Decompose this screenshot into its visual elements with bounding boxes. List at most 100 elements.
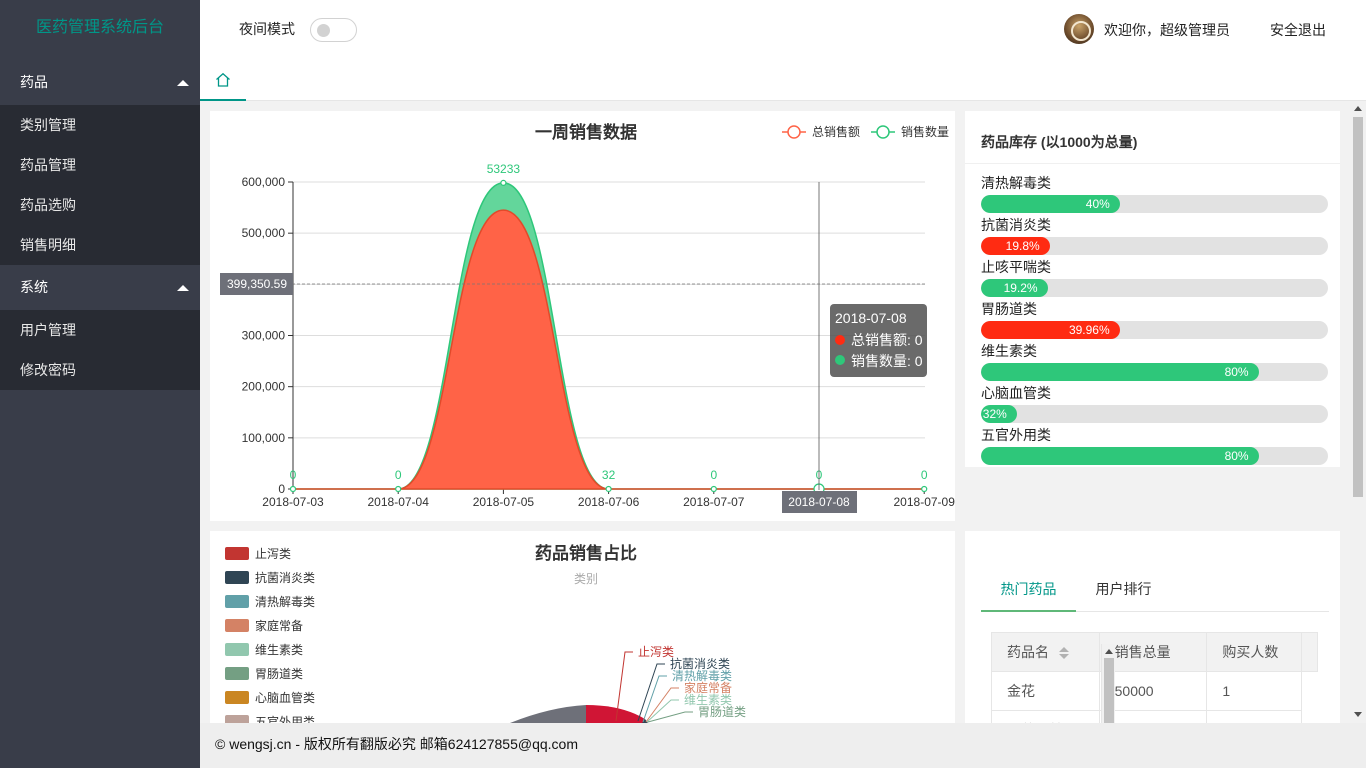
cell-gap — [1302, 711, 1318, 724]
progress-percent: 19.2% — [1003, 281, 1038, 295]
table-header-row: 药品名 销售总量 购买人数 — [991, 632, 1318, 672]
cell-drug-name: 金花 — [991, 671, 1100, 711]
sidebar-item-users[interactable]: 用户管理 — [0, 310, 200, 350]
data-point[interactable] — [710, 485, 717, 493]
nav-group-drugs-header[interactable]: 药品 — [0, 60, 200, 105]
scroll-up-icon[interactable] — [1354, 106, 1362, 111]
data-point[interactable] — [500, 179, 507, 187]
y-axis-ticks: 0100,000200,000300,000400,000500,000600,… — [242, 175, 286, 496]
tooltip-qty: 销售数量: 0 — [851, 353, 923, 369]
legend-label[interactable]: 五官外用类 — [255, 714, 315, 723]
legend-total[interactable]: 总销售额 — [782, 124, 860, 139]
chart-grid — [288, 181, 925, 494]
legend-swatch[interactable] — [225, 715, 249, 723]
nav-group-drugs: 药品 类别管理 药品管理 药品选购 销售明细 — [0, 60, 200, 265]
legend-label[interactable]: 家庭常备 — [255, 618, 303, 633]
nav-sub-system: 用户管理 修改密码 — [0, 310, 200, 390]
tab-user-rank[interactable]: 用户排行 — [1086, 565, 1161, 612]
progress-bar: 80% — [981, 363, 1328, 381]
data-label: 32 — [602, 468, 616, 482]
nav-group-system-header[interactable]: 系统 — [0, 265, 200, 310]
stock-title: 药品库存 (以1000为总量) — [981, 134, 1138, 150]
pie-slice-zhixie[interactable] — [586, 705, 645, 723]
pie-slice-other[interactable] — [510, 705, 586, 723]
welcome-text[interactable]: 欢迎你，超级管理员 — [1104, 20, 1230, 40]
data-point[interactable] — [395, 485, 402, 493]
home-icon — [216, 72, 230, 87]
col-label: 药品名 — [1007, 644, 1049, 660]
x-tick-label: 2018-07-06 — [578, 495, 640, 509]
page-scrollbar[interactable] — [1350, 101, 1366, 723]
table-row[interactable]: 金花 50000 1 — [991, 671, 1318, 711]
data-point[interactable] — [605, 485, 612, 493]
data-label: 0 — [395, 468, 402, 482]
logout-link[interactable]: 安全退出 — [1270, 20, 1326, 40]
stock-item-name: 抗菌消炎类 — [981, 217, 1051, 233]
caret-up-icon — [177, 285, 189, 291]
col-drug-name[interactable]: 药品名 — [991, 632, 1100, 672]
table-row[interactable]: 阿莫西林 4342 16 — [991, 710, 1318, 724]
data-label: 0 — [921, 468, 928, 482]
sort-icon[interactable] — [1059, 647, 1069, 660]
stock-item-name: 心脑血管类 — [981, 385, 1051, 401]
tab-hot-drugs[interactable]: 热门药品 — [981, 565, 1076, 612]
scroll-down-icon[interactable] — [1354, 712, 1362, 717]
nav-group-label: 药品 — [20, 74, 48, 90]
toggle-knob — [317, 24, 330, 37]
stock-item: 抗菌消炎类 19.8% — [981, 215, 1328, 255]
progress-fill: 39.96% — [981, 321, 1120, 339]
x-tick-label: 2018-07-09 — [894, 495, 955, 509]
pie-chart-panel: 药品销售占比 类别 止泻类 抗菌消炎类 清热解毒类 家庭常备 维生素类 胃肠道类 心脑血管类… — [210, 531, 955, 723]
night-mode-toggle[interactable] — [310, 18, 357, 42]
stock-item-name: 止咳平喘类 — [981, 259, 1051, 275]
data-point[interactable] — [289, 485, 297, 493]
sidebar-item-drugs[interactable]: 药品管理 — [0, 145, 200, 185]
progress-fill: 19.2% — [981, 279, 1048, 297]
legend-label[interactable]: 抗菌消炎类 — [255, 570, 315, 585]
data-label: 0 — [710, 468, 717, 482]
sidebar-item-purchase[interactable]: 药品选购 — [0, 185, 200, 225]
progress-percent: 40% — [1085, 197, 1110, 211]
tooltip-total-dot — [835, 335, 845, 345]
sidebar-item-sales-detail[interactable]: 销售明细 — [0, 225, 200, 265]
avatar[interactable] — [1064, 14, 1094, 44]
legend-label[interactable]: 清热解毒类 — [255, 595, 315, 609]
data-point[interactable] — [921, 485, 928, 493]
x-tick-label: 2018-07-04 — [368, 495, 430, 509]
scroll-up-icon[interactable] — [1105, 649, 1113, 654]
progress-fill: 40% — [981, 195, 1120, 213]
legend-swatch[interactable] — [225, 619, 249, 632]
nav-group-system: 系统 用户管理 修改密码 — [0, 265, 200, 390]
legend-swatch[interactable] — [225, 595, 249, 608]
legend-label[interactable]: 胃肠道类 — [255, 667, 303, 681]
tab-home[interactable] — [200, 60, 246, 101]
app-title[interactable]: 医药管理系统后台 — [0, 0, 200, 60]
legend-swatch[interactable] — [225, 643, 249, 656]
legend-label[interactable]: 维生素类 — [255, 643, 303, 657]
stock-item: 维生素类 80% — [981, 341, 1328, 381]
legend-swatch[interactable] — [225, 667, 249, 680]
legend-qty[interactable]: 销售数量 — [871, 124, 949, 139]
progress-percent: 80% — [1224, 365, 1249, 379]
progress-percent: 39.96% — [1068, 323, 1110, 337]
data-label: 53233 — [487, 162, 521, 176]
x-tick-label: 2018-07-05 — [473, 495, 535, 509]
caret-up-icon — [177, 80, 189, 86]
x-tick-label: 2018-07-07 — [683, 495, 745, 509]
stock-item-name: 维生素类 — [981, 343, 1037, 359]
pie-slice-label: 胃肠道类 — [698, 705, 746, 719]
pie-slice-label: 止泻类 — [638, 645, 674, 659]
table-scrollbar[interactable] — [1101, 644, 1115, 723]
progress-fill: 80% — [981, 447, 1259, 465]
legend-label[interactable]: 止泻类 — [255, 547, 291, 561]
legend-swatch[interactable] — [225, 571, 249, 584]
scroll-thumb[interactable] — [1104, 658, 1114, 723]
nav-sub-drugs: 类别管理 药品管理 药品选购 销售明细 — [0, 105, 200, 265]
scroll-thumb[interactable] — [1353, 117, 1363, 497]
pie-leader-line — [637, 663, 665, 722]
sidebar-item-category[interactable]: 类别管理 — [0, 105, 200, 145]
legend-swatch[interactable] — [225, 691, 249, 704]
legend-label[interactable]: 心脑血管类 — [255, 690, 315, 705]
legend-swatch[interactable] — [225, 547, 249, 560]
sidebar-item-change-password[interactable]: 修改密码 — [0, 350, 200, 390]
